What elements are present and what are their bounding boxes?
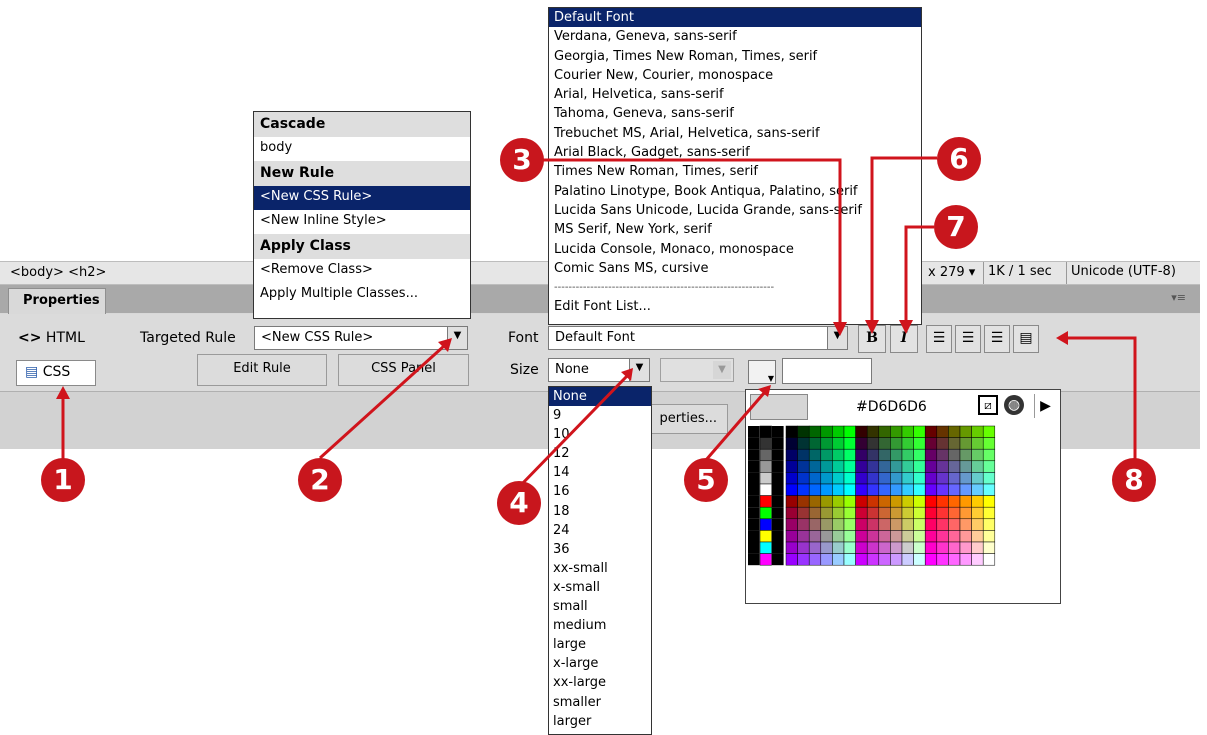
callout-3: 3 xyxy=(500,138,544,182)
callout-4: 4 xyxy=(497,481,541,525)
callout-2: 2 xyxy=(298,458,342,502)
callout-7: 7 xyxy=(934,205,978,249)
callout-arrows xyxy=(56,156,1137,489)
callout-8: 8 xyxy=(1112,458,1156,502)
callout-6: 6 xyxy=(937,137,981,181)
callout-1: 1 xyxy=(41,458,85,502)
callout-5: 5 xyxy=(684,458,728,502)
